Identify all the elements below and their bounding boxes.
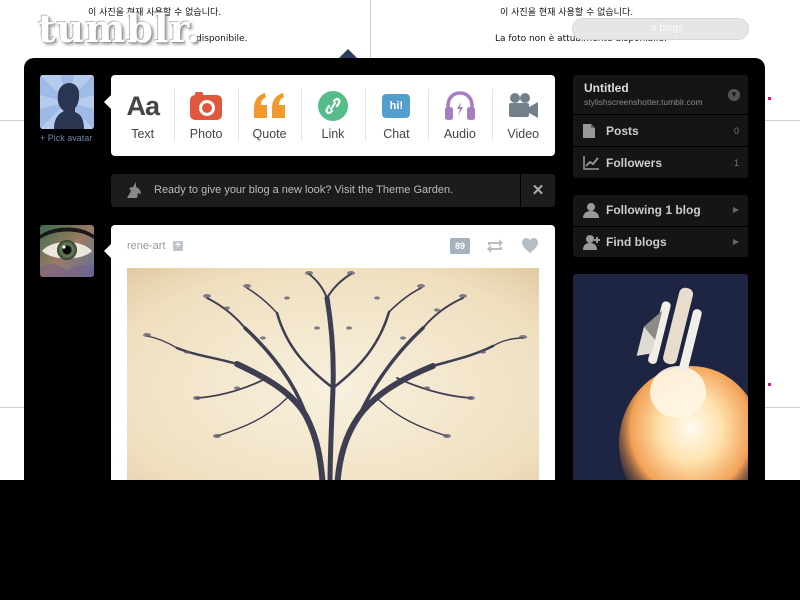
post-type-photo[interactable]: Photo	[174, 75, 237, 156]
document-icon	[583, 124, 595, 143]
post-type-text[interactable]: Aa Text	[111, 75, 174, 156]
video-camera-icon	[492, 90, 555, 122]
pick-avatar-link[interactable]: + Pick avatar	[40, 133, 92, 143]
post-type-video[interactable]: Video	[491, 75, 555, 156]
sidebar-item-count: 1	[733, 158, 739, 168]
note-count-badge[interactable]: 89	[450, 238, 470, 254]
camera-icon	[174, 90, 237, 122]
heart-icon[interactable]	[521, 237, 539, 259]
post-type-label: Audio	[443, 127, 476, 141]
sidebar-item-label: Posts	[606, 124, 639, 138]
person-icon	[583, 202, 599, 223]
post-type-link[interactable]: Link	[301, 75, 364, 156]
post-photo[interactable]	[127, 268, 539, 480]
eye-image	[40, 225, 94, 277]
chat-icon: hi!	[365, 90, 428, 122]
sidebar-item-following[interactable]: Following 1 blog ▶	[573, 195, 748, 226]
blog-url: stylishscreenshotter.tumblr.com	[584, 97, 703, 107]
marker	[768, 383, 771, 386]
add-person-icon	[583, 234, 601, 255]
post-type-label: Quote	[252, 127, 287, 141]
sidebar-item-label: Followers	[606, 156, 663, 170]
post-type-label: Chat	[383, 127, 410, 141]
blog-panel: Untitled stylishscreenshotter.tumblr.com…	[573, 75, 748, 178]
unicorn-icon	[125, 181, 143, 204]
promoted-image[interactable]	[573, 274, 748, 480]
chevron-down-icon[interactable]: ▼	[728, 89, 740, 101]
sidebar-item-followers[interactable]: Followers 1	[573, 146, 748, 178]
reblog-icon[interactable]	[485, 237, 505, 260]
link-icon	[301, 90, 364, 122]
rocket-launch-image	[573, 274, 748, 480]
post-author-link[interactable]: rene-art	[127, 240, 166, 252]
post-type-label: Photo	[189, 127, 223, 141]
post-type-audio[interactable]: Audio	[428, 75, 491, 156]
post-type-label: Text	[131, 127, 155, 141]
dashboard-caret	[339, 49, 357, 58]
divider	[370, 0, 371, 58]
post-pointer	[104, 244, 111, 258]
tumblr-logo[interactable]: tumblr.	[38, 6, 201, 51]
theme-garden-banner[interactable]: Ready to give your blog a new look? Visi…	[111, 174, 555, 207]
headphones-icon	[428, 90, 491, 122]
avatar[interactable]	[40, 75, 94, 129]
graph-icon	[583, 156, 599, 175]
blog-title[interactable]: Untitled	[584, 81, 629, 95]
divider	[765, 407, 800, 408]
chevron-right-icon: ▶	[732, 237, 739, 246]
divider	[0, 120, 24, 121]
text-icon: Aa	[126, 90, 160, 121]
chevron-right-icon: ▶	[732, 205, 739, 214]
post-type-label: Link	[321, 127, 345, 141]
tree-illustration	[127, 268, 539, 480]
sidebar-item-find-blogs[interactable]: Find blogs ▶	[573, 226, 748, 257]
post-card: rene-art + 89	[111, 225, 555, 480]
post-type-label: Video	[507, 127, 540, 141]
quote-icon	[238, 90, 301, 122]
poster-avatar[interactable]	[40, 225, 94, 277]
banner-text: Ready to give your blog a new look? Visi…	[154, 184, 454, 196]
divider	[765, 120, 800, 121]
sidebar-item-posts[interactable]: Posts 0	[573, 114, 748, 146]
sidebar-item-count: 0	[733, 126, 739, 136]
search-input[interactable]: a blogs	[572, 18, 749, 40]
unavailable-text-kr-right: 이 사진을 현재 사용할 수 없습니다.	[500, 8, 634, 18]
marker	[768, 97, 771, 100]
unavailable-text-it-left: disponibile.	[196, 34, 248, 44]
following-panel: Following 1 blog ▶ Find blogs ▶	[573, 195, 748, 257]
sidebar-item-label: Following 1 blog	[606, 203, 701, 217]
sidebar-item-label: Find blogs	[606, 235, 667, 249]
post-type-quote[interactable]: Quote	[237, 75, 301, 156]
post-type-bar: Aa Text Photo Quote Link hi! Chat Audio	[104, 75, 555, 156]
silhouette-icon	[40, 75, 94, 129]
divider	[0, 407, 24, 408]
follow-button[interactable]: +	[173, 241, 183, 251]
close-button[interactable]: ✕	[520, 174, 555, 207]
post-type-chat[interactable]: hi! Chat	[364, 75, 428, 156]
